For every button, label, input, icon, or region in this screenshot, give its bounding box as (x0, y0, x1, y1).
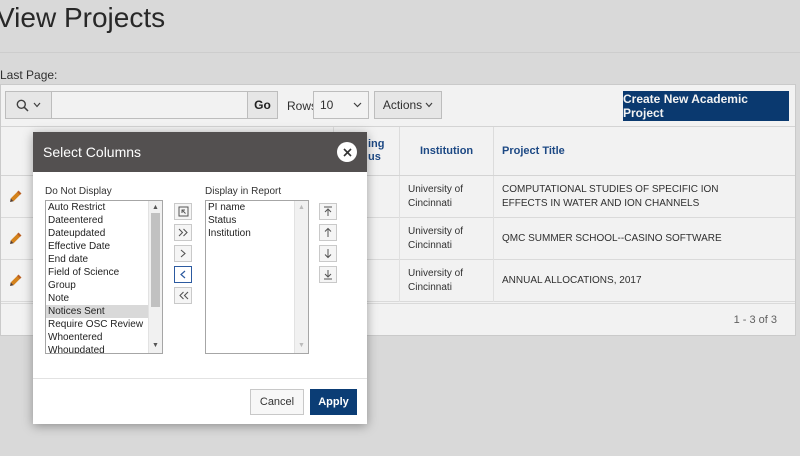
dialog-footer: Cancel Apply (33, 378, 367, 424)
move-up-button[interactable] (319, 224, 337, 241)
move-bottom-icon (324, 270, 332, 280)
move-left-button[interactable] (174, 266, 192, 283)
listbox-option[interactable]: Field of Science (46, 266, 162, 279)
chevron-right-icon (180, 249, 186, 258)
do-not-display-label: Do Not Display (45, 186, 112, 197)
select-columns-dialog: Select Columns Do Not Display Display in… (33, 132, 367, 424)
listbox-scrollbar[interactable]: ▲ ▼ (148, 201, 162, 353)
dialog-header: Select Columns (33, 132, 367, 172)
scroll-down-arrow-icon: ▼ (298, 342, 305, 349)
listbox-option[interactable]: Status (206, 214, 308, 227)
double-chevron-left-icon (178, 291, 188, 300)
listbox-option[interactable]: Whoupdated (46, 344, 162, 353)
listbox-option[interactable]: Institution (206, 227, 308, 240)
cancel-button[interactable]: Cancel (250, 389, 304, 415)
listbox-option[interactable]: Auto Restrict (46, 201, 162, 214)
arrow-up-icon (324, 227, 332, 237)
listbox-option[interactable]: Dateupdated (46, 227, 162, 240)
reset-icon (178, 206, 188, 217)
move-down-button[interactable] (319, 245, 337, 262)
listbox-option[interactable]: End date (46, 253, 162, 266)
move-top-icon (324, 206, 332, 216)
reset-button[interactable] (174, 203, 192, 220)
scroll-down-arrow-icon[interactable]: ▼ (152, 342, 159, 350)
scroll-thumb[interactable] (151, 213, 160, 307)
close-button[interactable] (337, 142, 357, 162)
dialog-title: Select Columns (43, 144, 142, 160)
arrow-down-icon (324, 249, 332, 259)
move-all-right-button[interactable] (174, 224, 192, 241)
do-not-display-listbox[interactable]: Auto Restrict Dateentered Dateupdated Effec… (45, 200, 163, 354)
display-in-report-listbox[interactable]: PI name Status Institution ▲ ▼ (205, 200, 309, 354)
listbox-option[interactable]: Effective Date (46, 240, 162, 253)
apply-button[interactable]: Apply (310, 389, 357, 415)
listbox-option[interactable]: Note (46, 292, 162, 305)
listbox-option[interactable]: Require OSC Review (46, 318, 162, 331)
scroll-up-arrow-icon: ▲ (298, 204, 305, 211)
move-bottom-button[interactable] (319, 266, 337, 283)
scroll-up-arrow-icon[interactable]: ▲ (152, 204, 159, 212)
listbox-option[interactable]: Whoentered (46, 331, 162, 344)
close-icon (342, 147, 352, 157)
listbox-option[interactable]: Group (46, 279, 162, 292)
move-right-button[interactable] (174, 245, 192, 262)
move-top-button[interactable] (319, 203, 337, 220)
display-in-report-label: Display in Report (205, 186, 282, 197)
listbox-option[interactable]: Dateentered (46, 214, 162, 227)
move-all-left-button[interactable] (174, 287, 192, 304)
listbox-option[interactable]: Notices Sent (46, 305, 162, 318)
listbox-option[interactable]: PI name (206, 201, 308, 214)
chevron-left-icon (180, 270, 186, 279)
double-chevron-right-icon (178, 228, 188, 237)
listbox-scrollbar: ▲ ▼ (294, 201, 308, 353)
